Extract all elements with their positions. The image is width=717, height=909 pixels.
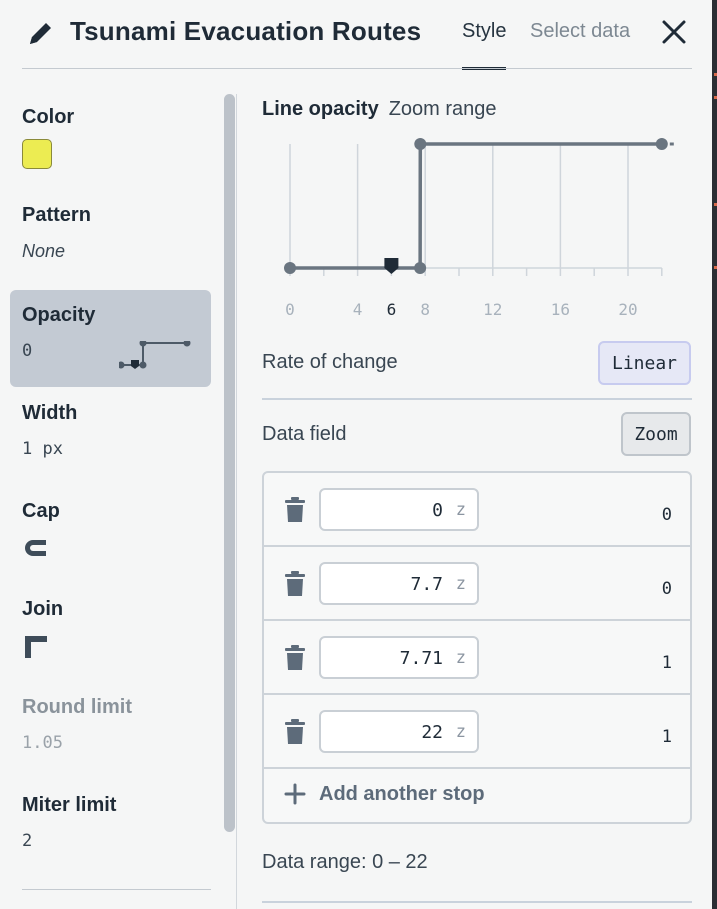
sidebar-item-label: Cap	[22, 500, 60, 522]
sidebar-item-label: Pattern	[22, 204, 91, 226]
table-row: 0 z 0	[264, 473, 690, 547]
sidebar-item-pattern[interactable]: Pattern None	[10, 190, 211, 288]
chart-current-zoom-label: 6	[387, 300, 397, 319]
data-field-label: Data field	[262, 423, 347, 445]
chart-stop-point	[655, 138, 668, 150]
stop-output-value[interactable]: 0	[662, 579, 672, 599]
opacity-curve-icon	[119, 341, 191, 369]
rate-of-change-label: Rate of change	[262, 351, 398, 373]
stop-zoom-input[interactable]: 22 z	[319, 710, 479, 753]
chart-stop-point	[284, 262, 296, 274]
sidebar-item-miter-limit[interactable]: Miter limit 2	[10, 780, 211, 878]
chart-tick-label: 16	[551, 300, 570, 319]
panel-divider	[236, 94, 237, 909]
chart-tick-label: 20	[618, 300, 637, 319]
header-divider	[22, 68, 692, 69]
rate-of-change-select[interactable]: Linear	[598, 341, 691, 385]
chart-tick-label: 0	[285, 300, 295, 319]
chart-tick-label: 8	[420, 300, 430, 319]
stop-zoom-value: 22	[421, 722, 443, 743]
property-title: Line opacity	[262, 98, 379, 120]
property-subtitle: Zoom range	[388, 98, 497, 120]
window-edge	[712, 0, 717, 909]
sidebar-item-label: Opacity	[22, 304, 96, 326]
property-sidebar: Color Pattern None Opacity 0 Width 1 px …	[0, 90, 222, 909]
plus-icon	[284, 783, 306, 805]
sidebar-item-width[interactable]: Width 1 px	[10, 388, 211, 486]
stop-output-value[interactable]: 1	[662, 727, 672, 747]
sidebar-item-label: Color	[22, 106, 75, 128]
data-field-select[interactable]: Zoom	[621, 412, 691, 456]
pencil-icon[interactable]	[26, 20, 54, 48]
sidebar-item-cap[interactable]: Cap	[10, 486, 211, 584]
section-divider	[262, 901, 692, 903]
trash-icon[interactable]	[284, 645, 306, 671]
sidebar-item-label: Miter limit	[22, 794, 117, 816]
sidebar-item-round-limit[interactable]: Round limit 1.05	[10, 682, 211, 780]
sidebar-item-value: 1 px	[22, 439, 63, 459]
close-icon[interactable]	[660, 18, 688, 46]
table-row: 7.7 z 0	[264, 547, 690, 621]
stop-zoom-unit: z	[455, 722, 466, 742]
table-row: 22 z 1	[264, 695, 690, 769]
chart-stop-point	[414, 138, 427, 150]
stop-zoom-unit: z	[455, 574, 466, 594]
sidebar-item-value: 1.05	[22, 733, 63, 753]
chart-series-line	[290, 142, 662, 270]
stop-output-value[interactable]: 0	[662, 505, 672, 525]
stop-zoom-unit: z	[455, 500, 466, 520]
color-swatch[interactable]	[22, 139, 52, 169]
chart-tick-label: 12	[483, 300, 502, 319]
tab-style[interactable]: Style	[462, 20, 506, 43]
sidebar-scrollbar[interactable]	[224, 94, 235, 832]
stop-zoom-value: 7.7	[410, 574, 443, 595]
sidebar-item-label: Width	[22, 402, 78, 424]
section-heading: Line opacity Zoom range	[262, 98, 497, 121]
stop-zoom-unit: z	[455, 648, 466, 668]
table-row: 7.71 z 1	[264, 621, 690, 695]
zoom-opacity-chart[interactable]: 0 4 6 8 12 16 20	[262, 128, 692, 328]
sidebar-item-value: None	[22, 241, 66, 261]
trash-icon[interactable]	[284, 719, 306, 745]
sidebar-item-label: Join	[22, 598, 64, 620]
stop-zoom-value: 0	[432, 500, 443, 521]
sidebar-item-label: Round limit	[22, 696, 132, 718]
data-range-label: Data range: 0 – 22	[262, 851, 428, 873]
trash-icon[interactable]	[284, 497, 306, 523]
chart-stop-point	[414, 262, 427, 274]
stop-zoom-value: 7.71	[399, 648, 443, 669]
stop-zoom-input[interactable]: 0 z	[319, 488, 479, 531]
chart-tick-label: 4	[353, 300, 363, 319]
section-divider	[262, 398, 692, 400]
page-title: Tsunami Evacuation Routes	[70, 16, 422, 46]
sidebar-item-opacity[interactable]: Opacity 0	[10, 290, 211, 387]
line-cap-icon	[25, 540, 46, 556]
sidebar-item-join[interactable]: Join	[10, 584, 211, 682]
sidebar-divider	[22, 889, 211, 890]
current-zoom-marker	[384, 258, 399, 274]
add-stop-label: Add another stop	[319, 783, 485, 805]
trash-icon[interactable]	[284, 571, 306, 597]
stop-zoom-input[interactable]: 7.71 z	[319, 636, 479, 679]
stop-output-value[interactable]: 1	[662, 653, 672, 673]
stop-zoom-input[interactable]: 7.7 z	[319, 562, 479, 605]
panel-header: Tsunami Evacuation Routes Style Select d…	[0, 0, 717, 70]
sidebar-item-value: 2	[22, 831, 33, 851]
sidebar-item-color[interactable]: Color	[10, 92, 211, 190]
line-join-icon	[25, 636, 47, 658]
tab-select-data[interactable]: Select data	[530, 20, 630, 43]
stops-table: 0 z 0 7.7 z 0 7.71 z 1 22 z 1 Add anothe…	[262, 471, 692, 824]
add-stop-button[interactable]: Add another stop	[264, 769, 690, 824]
